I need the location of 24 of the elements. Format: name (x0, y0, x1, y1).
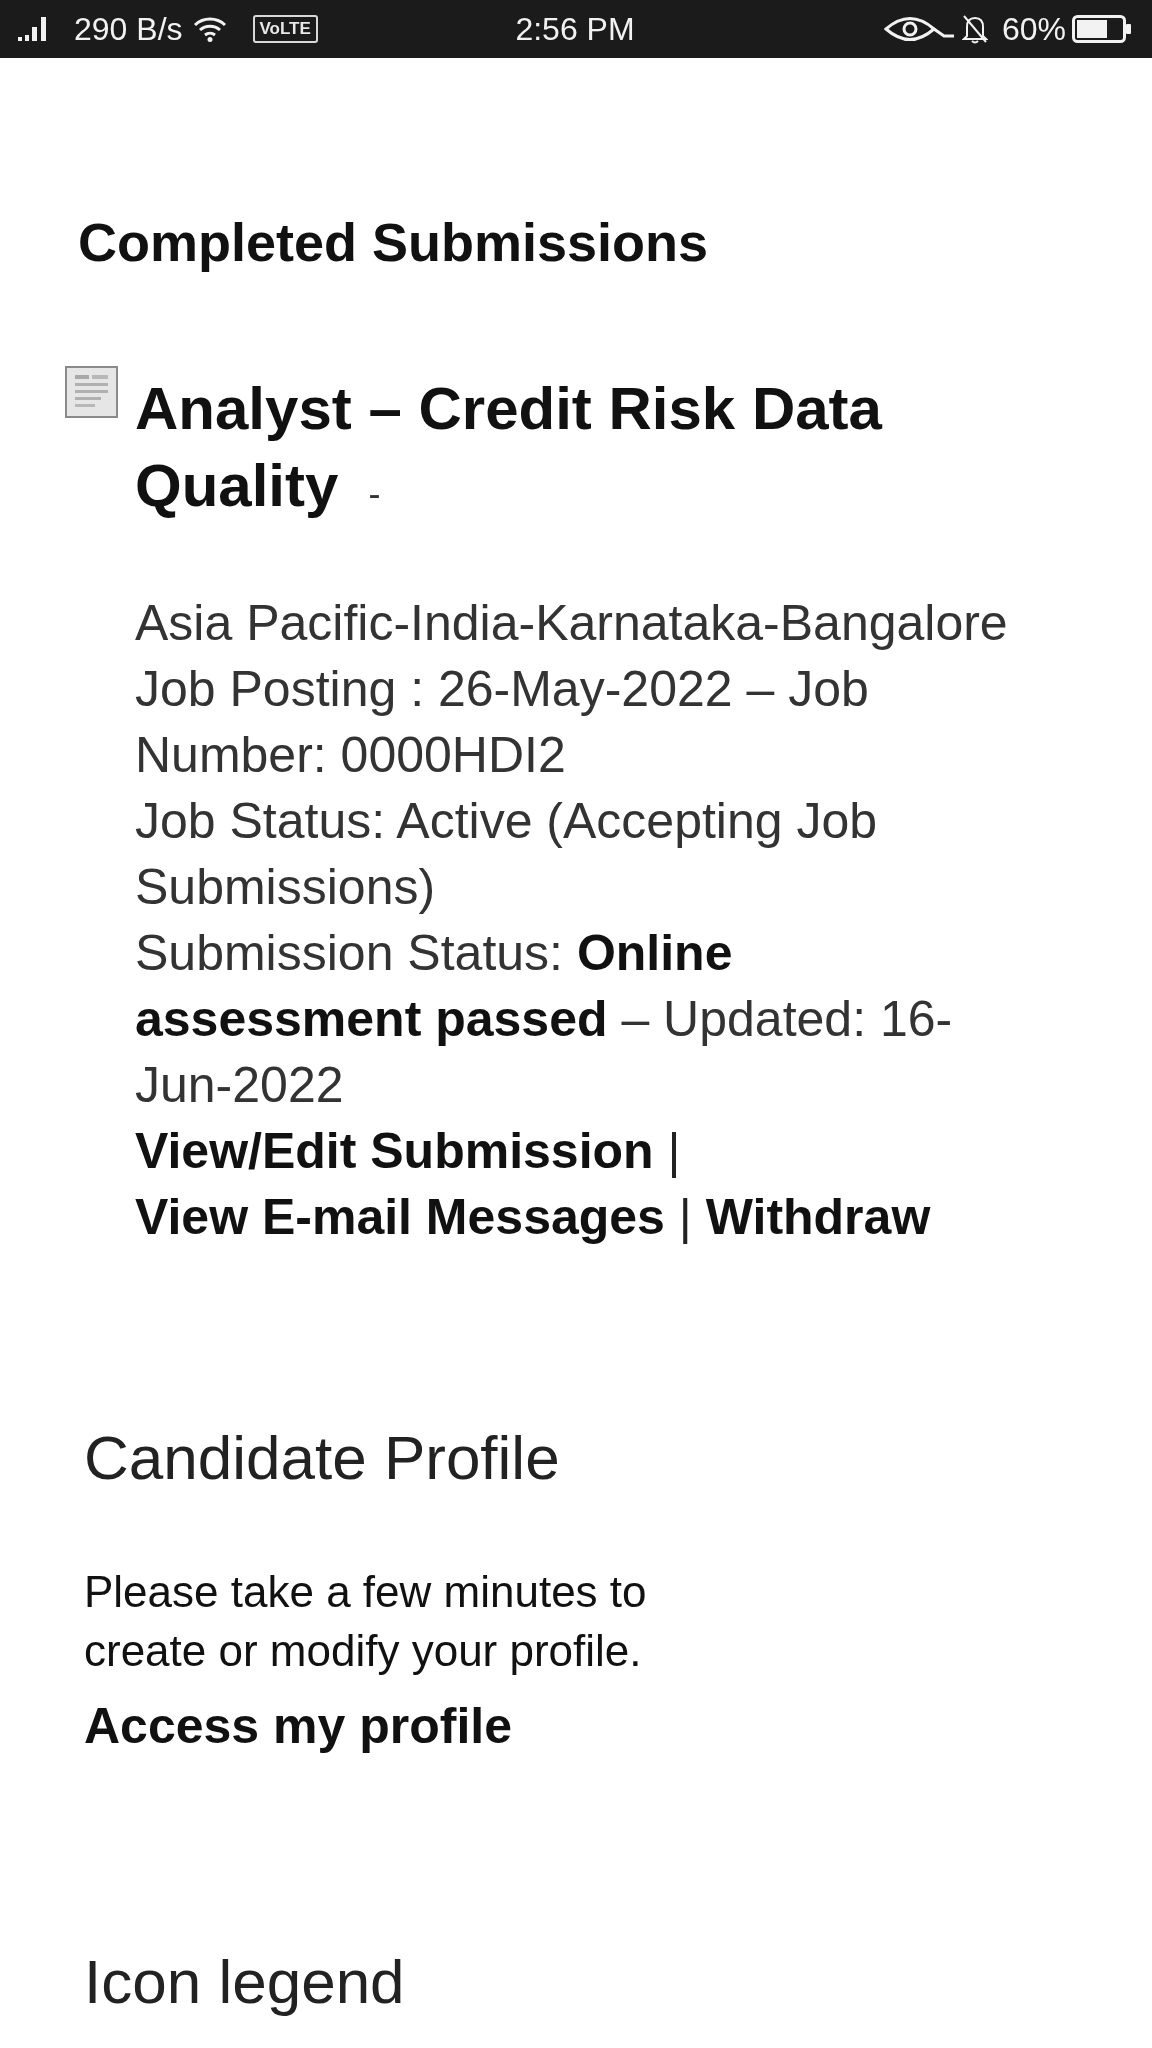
action-link[interactable]: View/Edit Submission (135, 1123, 654, 1179)
link-separator: | (667, 1123, 681, 1179)
access-profile-link[interactable]: Access my profile (84, 1696, 512, 1756)
link-separator: | (678, 1189, 692, 1245)
submission-status: Submission Status: Online assessment passed – Updated: 16-Jun-2022 (135, 924, 954, 1115)
section-heading: Candidate Profile (84, 1422, 560, 1494)
battery-percent: 60% (1001, 10, 1066, 49)
bell-off-icon (961, 14, 988, 44)
volte-badge: VoLTE (252, 15, 318, 43)
profile-description: Please take a few minutes to create or modify your profile. (84, 1566, 648, 1677)
job-title: Analyst – Credit Risk Data Quality - (135, 374, 884, 521)
job-posting-info: Job Posting : 26-May-2022 – Job Number: 0000HDI2 (135, 660, 870, 785)
section-heading: Completed Submissions (78, 211, 709, 274)
action-link[interactable]: View E-mail Messages (135, 1189, 665, 1245)
section-heading: Icon legend (84, 1946, 405, 2018)
job-location: Asia Pacific-India-Karnataka-Bangalore (135, 594, 1009, 653)
wifi-icon (192, 16, 227, 42)
action-link[interactable]: Withdraw (705, 1189, 931, 1245)
job-status: Job Status: Active (Accepting Job Submissions) (135, 792, 879, 917)
document-icon (65, 366, 118, 418)
battery-icon (1072, 15, 1132, 43)
network-speed: 290 B/s (74, 10, 183, 49)
clock-time: 2:56 PM (515, 10, 635, 49)
eye-icon (883, 14, 956, 44)
